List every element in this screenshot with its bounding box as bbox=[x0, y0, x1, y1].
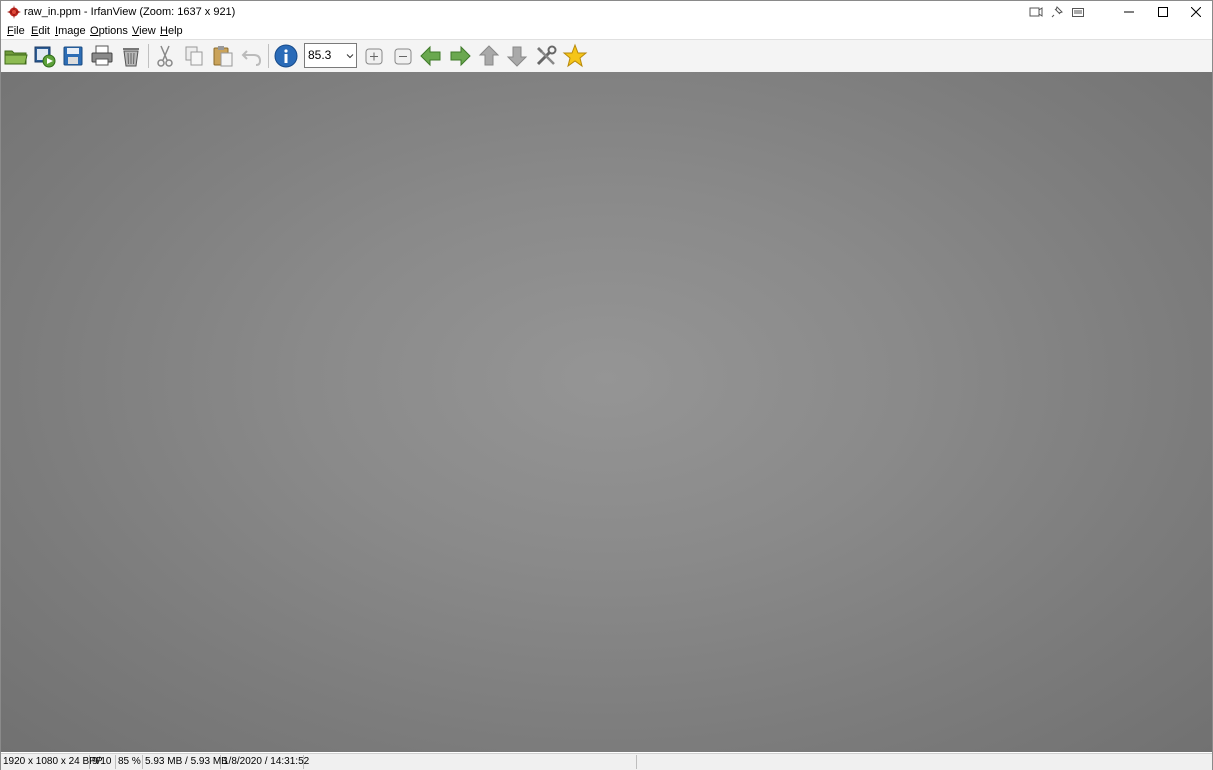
status-file-index: 9/10 bbox=[90, 755, 116, 769]
status-zoom: 85 % bbox=[116, 755, 143, 769]
close-button[interactable] bbox=[1173, 1, 1213, 23]
window-options-icon[interactable] bbox=[1071, 5, 1085, 19]
irfanview-window: raw_in.ppm - IrfanView (Zoom: 1637 x 921… bbox=[0, 0, 1213, 770]
last-arrow-icon[interactable] bbox=[504, 43, 530, 69]
irfanview-app-icon[interactable] bbox=[7, 5, 21, 19]
status-bar: 1920 x 1080 x 24 BPP 9/10 85 % 5.93 MB /… bbox=[1, 753, 1212, 770]
settings-tools-icon[interactable] bbox=[533, 43, 559, 69]
close-icon bbox=[1191, 7, 1201, 17]
undo-icon[interactable] bbox=[239, 43, 265, 69]
zoom-out-icon[interactable] bbox=[390, 43, 416, 69]
zoom-in-icon[interactable] bbox=[361, 43, 387, 69]
zoom-value: 85.3 bbox=[308, 48, 332, 62]
delete-icon[interactable] bbox=[118, 43, 144, 69]
next-arrow-icon[interactable] bbox=[447, 43, 473, 69]
menu-options[interactable]: Options bbox=[90, 25, 128, 37]
toolbar-separator bbox=[268, 44, 269, 68]
menu-help[interactable]: Help bbox=[160, 25, 183, 37]
chevron-down-icon[interactable] bbox=[346, 52, 354, 60]
status-memory: 5.93 MB / 5.93 MB bbox=[145, 755, 228, 769]
zoom-combobox[interactable]: 85.3 bbox=[304, 43, 357, 68]
status-dimensions: 1920 x 1080 x 24 BPP bbox=[3, 755, 103, 769]
menu-bar: File Edit Image Options View Help bbox=[1, 23, 1212, 39]
paste-icon[interactable] bbox=[210, 43, 236, 69]
menu-image[interactable]: Image bbox=[55, 25, 86, 37]
status-empty-panel bbox=[304, 755, 637, 769]
save-icon[interactable] bbox=[60, 43, 86, 69]
slideshow-icon[interactable] bbox=[32, 43, 58, 69]
previous-arrow-icon[interactable] bbox=[418, 43, 444, 69]
toolbar: 85.3 bbox=[1, 39, 1212, 73]
print-icon[interactable] bbox=[89, 43, 115, 69]
title-bar[interactable]: raw_in.ppm - IrfanView (Zoom: 1637 x 921… bbox=[1, 1, 1212, 23]
pin-icon[interactable] bbox=[1050, 5, 1064, 19]
window-title: raw_in.ppm - IrfanView (Zoom: 1637 x 921… bbox=[24, 6, 236, 18]
first-arrow-icon[interactable] bbox=[476, 43, 502, 69]
status-datetime: 1/8/2020 / 14:31:52 bbox=[223, 755, 310, 769]
toolbar-separator bbox=[148, 44, 149, 68]
cut-icon[interactable] bbox=[152, 43, 178, 69]
favorite-star-icon[interactable] bbox=[562, 43, 588, 69]
open-folder-icon[interactable] bbox=[3, 43, 29, 69]
menu-edit[interactable]: Edit bbox=[31, 25, 50, 37]
image-canvas[interactable] bbox=[1, 72, 1212, 752]
menu-file[interactable]: File bbox=[7, 25, 25, 37]
info-icon[interactable] bbox=[273, 43, 299, 69]
maximize-icon bbox=[1158, 7, 1168, 17]
copy-icon[interactable] bbox=[181, 43, 207, 69]
minimize-icon bbox=[1124, 11, 1134, 13]
fullscreen-icon[interactable] bbox=[1029, 5, 1043, 19]
menu-view[interactable]: View bbox=[132, 25, 156, 37]
